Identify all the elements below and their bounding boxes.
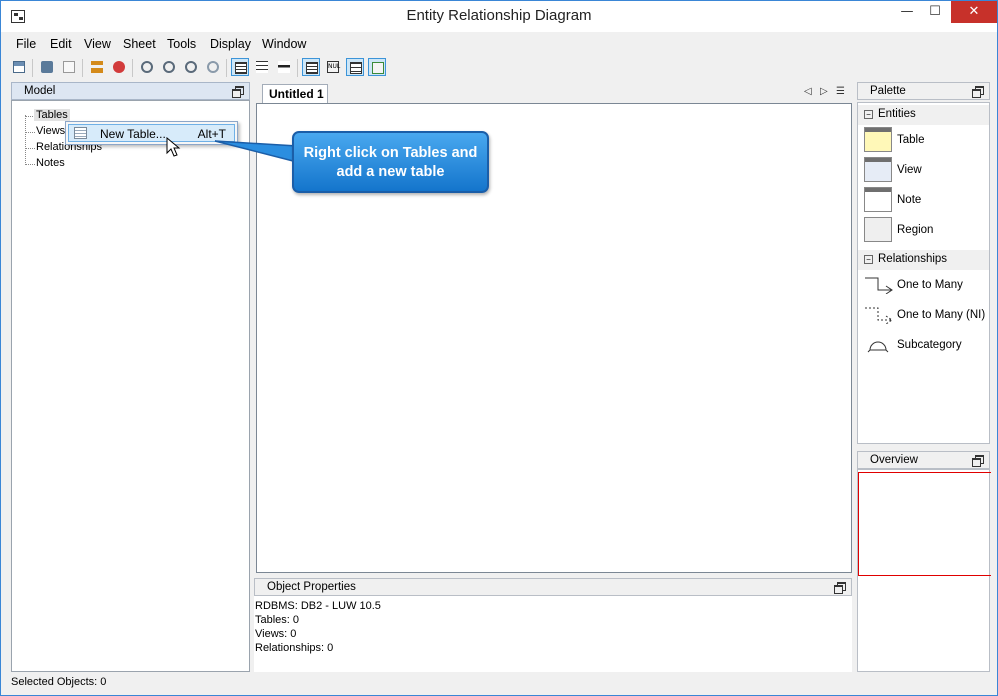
palette-item-table[interactable]: Table	[864, 127, 989, 155]
palette-item-note[interactable]: Note	[864, 187, 989, 215]
restore-icon[interactable]	[232, 86, 244, 98]
window-title: Entity Relationship Diagram	[406, 7, 592, 24]
zoom-in-icon[interactable]	[160, 58, 178, 76]
palette-item-subcategory[interactable]: Subcategory	[864, 332, 989, 360]
header-view-icon[interactable]	[275, 58, 293, 76]
palette-item-label: Table	[897, 134, 925, 146]
collapse-icon[interactable]: −	[864, 110, 873, 119]
zoom-icon[interactable]	[204, 58, 222, 76]
palette-item-label: View	[897, 164, 922, 176]
page-setup-icon[interactable]	[60, 58, 78, 76]
palette-item-label: Region	[897, 224, 934, 236]
palette-panel-title: Palette	[857, 82, 990, 100]
show-columns-icon[interactable]	[302, 58, 320, 76]
show-keys-icon[interactable]	[368, 58, 386, 76]
mouse-cursor-icon	[166, 137, 181, 157]
callout-pointer	[214, 140, 298, 163]
one-to-many-icon	[865, 277, 893, 294]
tree-item-views[interactable]: Views	[36, 125, 65, 137]
print-icon[interactable]	[38, 58, 56, 76]
tree-item-notes[interactable]: Notes	[36, 157, 65, 169]
callout-line-2: add a new table	[336, 164, 445, 180]
palette-item-label: One to Many	[897, 279, 963, 291]
overview-panel-label: Overview	[870, 454, 918, 466]
menu-file[interactable]: File	[16, 37, 36, 51]
palette-panel-label: Palette	[870, 85, 906, 97]
model-tree: Tables Views Relationships Notes	[11, 100, 250, 672]
tutorial-callout: Right click on Tables and add a new tabl…	[292, 131, 489, 193]
palette-item-region[interactable]: Region	[864, 217, 989, 245]
palette-section-relationships[interactable]: − Relationships	[858, 250, 989, 270]
show-types-icon[interactable]	[346, 58, 364, 76]
editor-tabstrip: Untitled 1 ◁ ▷ ☰	[254, 82, 852, 103]
overview-panel[interactable]	[857, 469, 991, 672]
maximize-button[interactable]: ☐	[919, 1, 951, 23]
restore-icon[interactable]	[972, 455, 984, 467]
status-bar: Selected Objects: 0	[11, 676, 107, 688]
property-tables: Tables: 0	[255, 614, 300, 626]
properties-panel-label: Object Properties	[267, 581, 356, 593]
context-menu-new-table[interactable]: New Table... Alt+T	[68, 124, 235, 142]
columns-view-icon[interactable]	[253, 58, 271, 76]
section-label: Relationships	[878, 253, 948, 265]
zoom-fit-icon[interactable]	[138, 58, 156, 76]
tab-list-icon[interactable]: ☰	[836, 86, 845, 97]
table-icon	[74, 127, 87, 139]
restore-icon[interactable]	[834, 582, 846, 594]
auto-layout-icon[interactable]	[88, 58, 106, 76]
overview-viewport[interactable]	[858, 472, 991, 576]
palette-item-one-to-many-ni[interactable]: One to Many (NI)	[864, 302, 989, 330]
region-icon	[864, 217, 892, 242]
property-views: Views: 0	[255, 628, 297, 640]
palette-panel: − Entities Table View Note Region − Rela…	[857, 102, 990, 444]
model-panel-title: Model	[11, 82, 250, 100]
toolbar: NUL	[5, 56, 995, 80]
title-bar: Entity Relationship Diagram — ☐ ✕	[1, 1, 997, 32]
tree-item-tables[interactable]: Tables	[34, 109, 70, 121]
context-menu-label: New Table...	[100, 127, 166, 141]
show-null-icon[interactable]: NUL	[324, 58, 342, 76]
section-label: Entities	[878, 108, 916, 120]
menu-edit[interactable]: Edit	[50, 37, 72, 51]
zoom-out-icon[interactable]	[182, 58, 200, 76]
property-rdbms: RDBMS: DB2 - LUW 10.5	[255, 600, 381, 612]
palette-item-label: Note	[897, 194, 922, 206]
restore-icon[interactable]	[972, 86, 984, 98]
note-icon	[864, 187, 892, 212]
menu-display[interactable]: Display	[210, 37, 251, 51]
overview-panel-title: Overview	[857, 451, 990, 469]
view-icon	[864, 157, 892, 182]
palette-section-entities[interactable]: − Entities	[858, 105, 989, 125]
tab-next-icon[interactable]: ▷	[820, 86, 828, 97]
callout-line-1: Right click on Tables and	[303, 145, 478, 161]
close-button[interactable]: ✕	[951, 1, 997, 23]
menu-view[interactable]: View	[84, 37, 111, 51]
table-icon	[864, 127, 892, 152]
property-relationships: Relationships: 0	[255, 642, 334, 654]
collapse-icon[interactable]: −	[864, 255, 873, 264]
properties-panel: RDBMS: DB2 - LUW 10.5 Tables: 0 Views: 0…	[254, 596, 852, 672]
app-window: Entity Relationship Diagram — ☐ ✕ File E…	[0, 0, 998, 696]
menu-bar: File Edit View Sheet Tools Display Windo…	[1, 34, 997, 54]
one-to-many-ni-icon	[865, 307, 893, 324]
menu-tools[interactable]: Tools	[167, 37, 196, 51]
model-panel-label: Model	[24, 85, 56, 97]
subcategory-icon	[867, 341, 889, 353]
stop-icon[interactable]	[110, 58, 128, 76]
save-icon[interactable]	[10, 58, 28, 76]
palette-item-label: Subcategory	[897, 339, 962, 351]
tab-prev-icon[interactable]: ◁	[804, 86, 812, 97]
table-view-icon[interactable]	[231, 58, 249, 76]
palette-item-one-to-many[interactable]: One to Many	[864, 272, 989, 300]
palette-item-view[interactable]: View	[864, 157, 989, 185]
palette-item-label: One to Many (NI)	[897, 309, 986, 321]
properties-panel-title: Object Properties	[254, 578, 852, 596]
tab-untitled-1[interactable]: Untitled 1	[262, 84, 328, 103]
menu-window[interactable]: Window	[262, 37, 306, 51]
menu-sheet[interactable]: Sheet	[123, 37, 156, 51]
